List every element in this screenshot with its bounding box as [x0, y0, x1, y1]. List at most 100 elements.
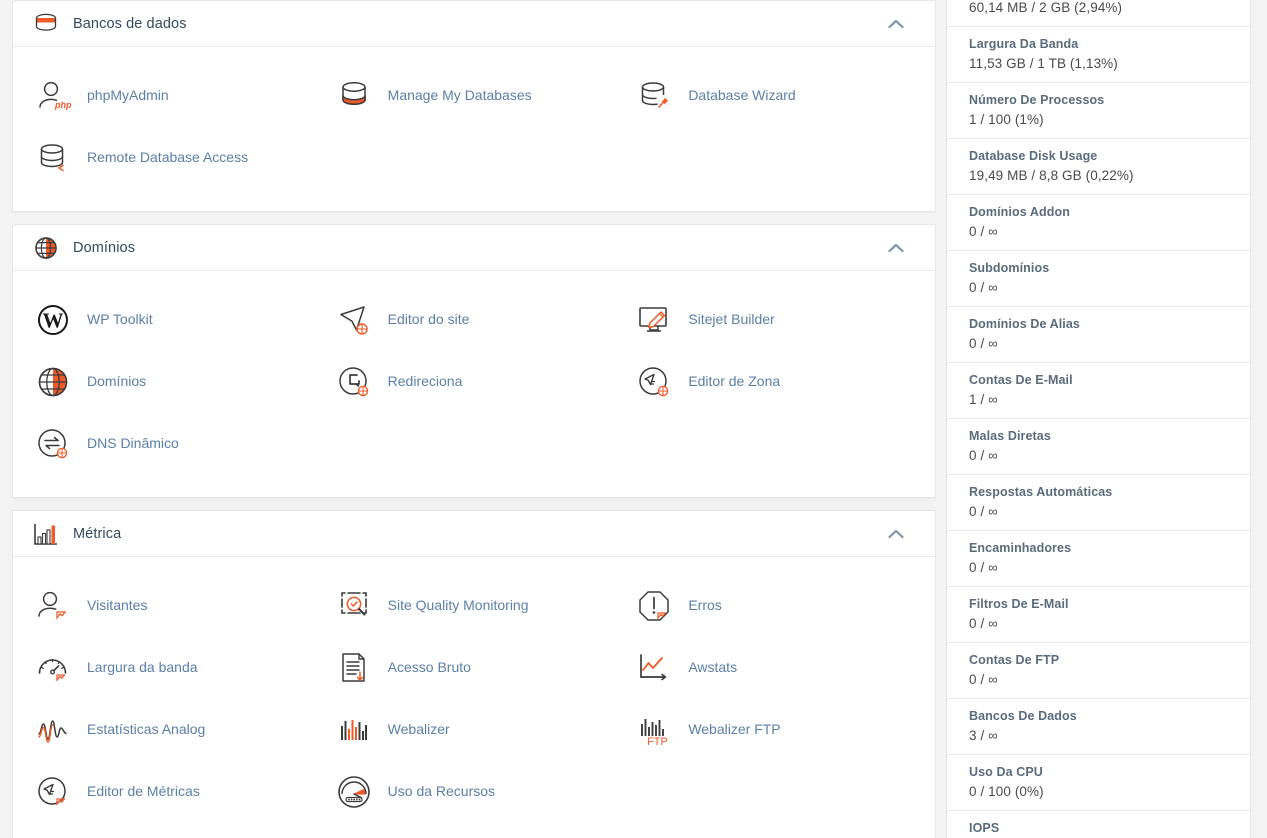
metrics-editor-icon	[31, 770, 75, 814]
tile-wp-toolkit[interactable]: W WP Toolkit	[23, 289, 324, 351]
site-editor-cursor-icon	[332, 298, 376, 342]
resource-usage-gauge-icon	[332, 770, 376, 814]
stat-value: 0 / ∞	[969, 504, 998, 519]
tile-label: Awstats	[688, 659, 738, 676]
stat-value: 11,53 GB / 1 TB (1,13%)	[969, 56, 1118, 71]
tile-largura-da-banda[interactable]: Largura da banda	[23, 637, 324, 699]
svg-text:W: W	[43, 309, 64, 333]
stat-label: Domínios Addon	[969, 205, 1070, 219]
tile-webalizer-ftp[interactable]: FTP Webalizer FTP	[624, 699, 925, 761]
remote-database-icon	[31, 136, 75, 180]
chevron-up-icon[interactable]	[887, 525, 905, 543]
tile-editor-do-site[interactable]: Editor do site	[324, 289, 625, 351]
svg-text:FTP: FTP	[647, 736, 668, 748]
stat-value: 19,49 MB / 8,8 GB (0,22%)	[969, 168, 1134, 183]
stat-row: Bancos De Dados 3 / ∞	[947, 699, 1250, 755]
tile-label: Webalizer FTP	[688, 721, 781, 738]
section-title: Domínios	[73, 239, 136, 256]
tile-awstats[interactable]: Awstats	[624, 637, 925, 699]
globe-icon	[31, 360, 75, 404]
tile-sitejet-builder[interactable]: Sitejet Builder	[624, 289, 925, 351]
raw-access-document-icon	[332, 646, 376, 690]
stat-label: Database Disk Usage	[969, 149, 1098, 163]
stat-value: 0 / ∞	[969, 672, 998, 687]
section-card-metrics: Métrica Visitantes Site Quality Monitori…	[12, 510, 936, 838]
tile-erros[interactable]: Erros	[624, 575, 925, 637]
globe-icon	[31, 233, 61, 263]
dynamic-dns-icon	[31, 422, 75, 466]
stat-value: 3 / ∞	[969, 728, 998, 743]
stat-label: Malas Diretas	[969, 429, 1051, 443]
chevron-up-icon[interactable]	[887, 239, 905, 257]
tile-redireciona[interactable]: Redireciona	[324, 351, 625, 413]
database-wizard-icon	[632, 74, 676, 118]
section-body-databases: php phpMyAdmin Manage My Databases Datab…	[13, 47, 935, 211]
awstats-line-chart-icon	[632, 646, 676, 690]
tile-site-quality-monitoring[interactable]: Site Quality Monitoring	[324, 575, 625, 637]
stat-label: Contas De FTP	[969, 653, 1060, 667]
tile-dominios[interactable]: Domínios	[23, 351, 324, 413]
stat-row: Uso De Disco 60,14 MB / 2 GB (2,94%)	[947, 0, 1250, 27]
chevron-up-icon[interactable]	[887, 15, 905, 33]
stat-row: Domínios Addon 0 / ∞	[947, 195, 1250, 251]
database-cylinder-icon	[332, 74, 376, 118]
tile-editor-de-metricas[interactable]: Editor de Métricas	[23, 761, 324, 823]
tile-label: Remote Database Access	[87, 149, 249, 166]
tile-visitantes[interactable]: Visitantes	[23, 575, 324, 637]
visitors-person-icon	[31, 584, 75, 628]
bar-chart-icon	[31, 519, 61, 549]
stat-row: Database Disk Usage 19,49 MB / 8,8 GB (0…	[947, 139, 1250, 195]
tile-webalizer[interactable]: Webalizer	[324, 699, 625, 761]
tile-label: Webalizer	[387, 721, 450, 738]
stat-row: Subdomínios 0 / ∞	[947, 251, 1250, 307]
stat-row: Respostas Automáticas 0 / ∞	[947, 475, 1250, 531]
tile-label: Uso da Recursos	[387, 783, 496, 800]
section-title: Bancos de dados	[73, 15, 187, 32]
stat-label: Largura Da Banda	[969, 37, 1079, 51]
stat-label: Domínios De Alias	[969, 317, 1080, 331]
tile-database-wizard[interactable]: Database Wizard	[624, 65, 925, 127]
tile-phpmyadmin[interactable]: php phpMyAdmin	[23, 65, 324, 127]
tile-uso-da-recursos[interactable]: Uso da Recursos	[324, 761, 625, 823]
tile-acesso-bruto[interactable]: Acesso Bruto	[324, 637, 625, 699]
tile-remote-database-access[interactable]: Remote Database Access	[23, 127, 324, 189]
stat-row: Largura Da Banda 11,53 GB / 1 TB (1,13%)	[947, 27, 1250, 83]
stat-row: Número De Processos 1 / 100 (1%)	[947, 83, 1250, 139]
stat-value: 0 / ∞	[969, 560, 998, 575]
stat-value: 0 / ∞	[969, 616, 998, 631]
svg-text:php: php	[54, 100, 72, 110]
stat-label: Uso Da CPU	[969, 765, 1043, 779]
zone-editor-icon	[632, 360, 676, 404]
tile-editor-de-zona[interactable]: Editor de Zona	[624, 351, 925, 413]
quality-magnifier-icon	[332, 584, 376, 628]
tile-label: Database Wizard	[688, 87, 796, 104]
tile-estatisticas-analog[interactable]: Estatísticas Analog	[23, 699, 324, 761]
tile-manage-my-databases[interactable]: Manage My Databases	[324, 65, 625, 127]
redirect-arrow-icon	[332, 360, 376, 404]
tile-label: DNS Dinâmico	[87, 435, 179, 452]
section-card-domains: Domínios W WP Toolkit Editor do site Sit…	[12, 224, 936, 498]
stat-row: Contas De E-Mail 1 / ∞	[947, 363, 1250, 419]
database-stack-icon	[31, 9, 61, 39]
stat-value: 0 / ∞	[969, 336, 998, 351]
stat-label: Encaminhadores	[969, 541, 1072, 555]
section-title: Métrica	[73, 525, 122, 542]
error-octagon-icon	[632, 584, 676, 628]
tile-label: Editor do site	[387, 311, 470, 328]
section-header-metrics[interactable]: Métrica	[13, 511, 935, 557]
section-header-domains[interactable]: Domínios	[13, 225, 935, 271]
tile-label: Domínios	[87, 373, 147, 390]
tile-label: Acesso Bruto	[387, 659, 471, 676]
tile-label: Redireciona	[387, 373, 463, 390]
section-body-metrics: Visitantes Site Quality Monitoring Erros…	[13, 557, 935, 838]
statistics-card: Uso De Disco 60,14 MB / 2 GB (2,94%) Lar…	[946, 0, 1251, 838]
sitejet-monitor-pencil-icon	[632, 298, 676, 342]
stat-value: 60,14 MB / 2 GB (2,94%)	[969, 0, 1123, 15]
tile-label: Erros	[688, 597, 722, 614]
stat-label: Filtros De E-Mail	[969, 597, 1069, 611]
section-header-databases[interactable]: Bancos de dados	[13, 1, 935, 47]
tile-label: Estatísticas Analog	[87, 721, 206, 738]
section-body-domains: W WP Toolkit Editor do site Sitejet Buil…	[13, 271, 935, 497]
tile-dns-dinamico[interactable]: DNS Dinâmico	[23, 413, 324, 475]
stat-row: Uso Da CPU 0 / 100 (0%)	[947, 755, 1250, 811]
